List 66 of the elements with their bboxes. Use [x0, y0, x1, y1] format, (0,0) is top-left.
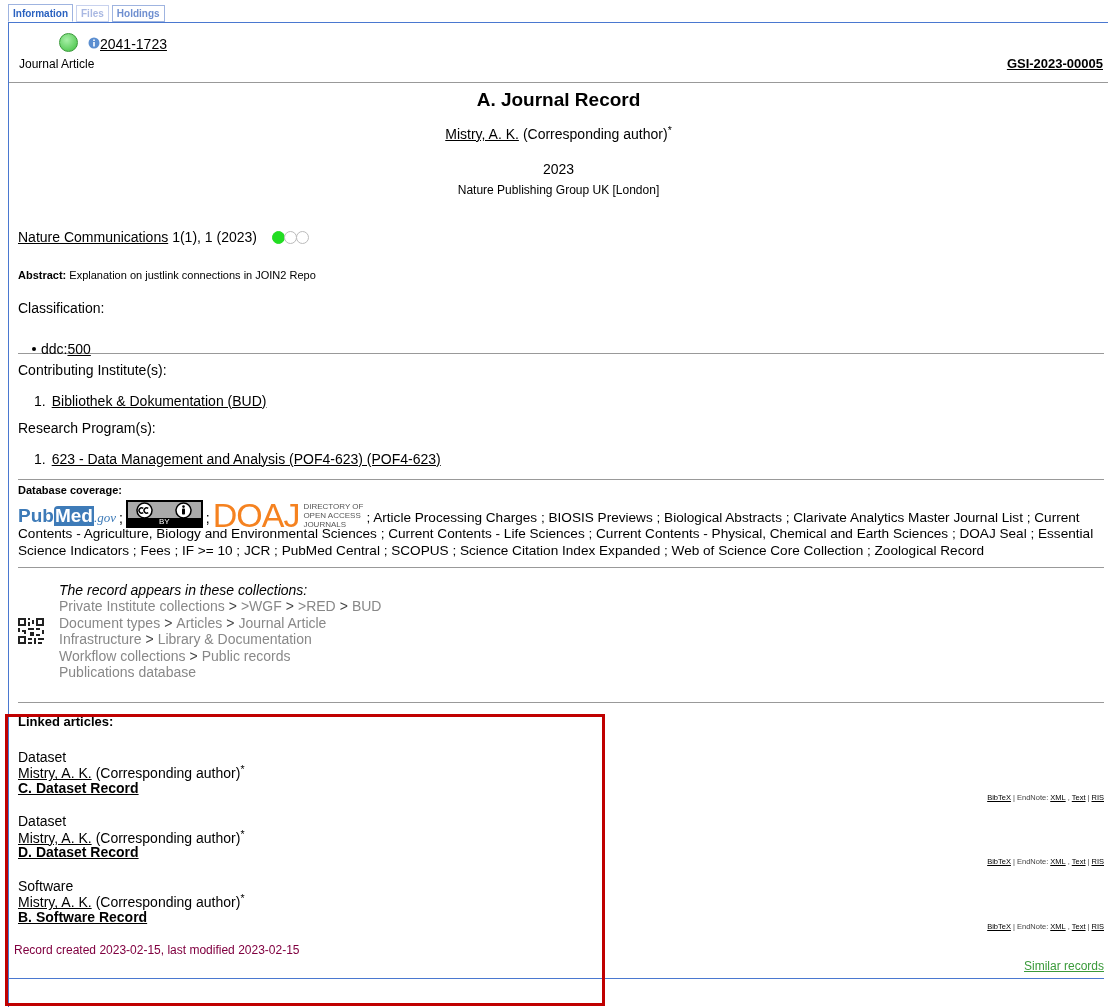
author-role: (Corresponding author)$^{*}$ — [522, 124, 672, 144]
institute-link[interactable]: Bibliothek & Dokumentation (BUD) — [51, 390, 267, 412]
collection-link[interactable]: Articles — [176, 614, 223, 632]
author-link[interactable]: Mistry, A. K. — [18, 765, 92, 782]
breadcrumb-separator: > — [226, 614, 235, 632]
collection-link[interactable]: Publications database — [59, 664, 196, 681]
collection-link[interactable]: Journal Article — [238, 614, 327, 632]
author-link[interactable]: Mistry, A. K. — [445, 124, 519, 145]
breadcrumb-separator: > — [164, 614, 173, 632]
collection-link[interactable]: Workflow collections — [59, 647, 186, 665]
section-label: Contributing Institute(s): — [18, 360, 168, 380]
abstract: Abstract: Explanation on justlink connections in JOIN2 Repo — [18, 268, 317, 283]
pubmed-logo: PubMed.gov — [18, 504, 116, 526]
collection-link[interactable]: Public records — [201, 647, 291, 665]
section-label: Linked articles: — [18, 713, 115, 732]
issn-link[interactable]: 2041-1723 — [100, 36, 167, 52]
separator: ; — [205, 509, 210, 526]
collection-link[interactable]: Library & Documentation — [157, 631, 312, 648]
separator: ; — [118, 509, 123, 526]
collection-link[interactable]: Private Institute collections — [59, 598, 225, 615]
author-role: (Corresponding author)$^{*}$ — [95, 829, 245, 847]
collections-heading: The record appears in these collections: — [59, 582, 309, 599]
item-type: Dataset — [18, 748, 67, 766]
author-role: (Corresponding author)$^{*}$ — [95, 894, 245, 911]
list-number: 1. — [34, 391, 46, 411]
record-dates: Record created 2023-02-15, last modified 2023-02-15 — [14, 942, 300, 960]
section-label: Classification: — [18, 298, 106, 318]
classification-link[interactable]: 500 — [67, 340, 91, 357]
item-type: Software — [18, 877, 74, 895]
author-link[interactable]: Mistry, A. K. — [18, 894, 92, 911]
journal-link[interactable]: Nature Communications — [18, 227, 169, 248]
breadcrumb-separator: > — [189, 647, 198, 665]
document-type: Journal Article — [19, 56, 96, 73]
similar-records-link[interactable]: Similar records — [1024, 957, 1104, 976]
qr-code-icon — [18, 618, 44, 645]
classification-prefix: ddc: — [41, 340, 68, 357]
collection-link[interactable]: >RED — [297, 598, 336, 615]
person-icon — [175, 502, 193, 519]
coverage-list: ; Article Processing Charges ; BIOSIS Previews ; Biological Abstracts ; Clarivate Analytics Master Journal List ; Current — [366, 509, 1080, 526]
publication-year: 2023 — [542, 160, 575, 179]
cc-icon — [136, 502, 154, 519]
citation: 1(1), 1 (2023) — [172, 228, 257, 247]
info-icon — [88, 37, 100, 49]
breadcrumb-separator: > — [285, 598, 294, 615]
author-role: (Corresponding author)$^{*}$ — [95, 765, 245, 782]
tab[interactable]: Information — [8, 4, 73, 22]
cc-license-badge: BY — [125, 500, 203, 528]
collection-link[interactable]: Document types — [59, 614, 161, 632]
section-label: Research Program(s): — [18, 418, 157, 438]
bullet-icon — [32, 346, 36, 351]
collection-link[interactable]: BUD — [351, 598, 382, 615]
list-number: 1. — [34, 449, 46, 469]
breadcrumb-separator: > — [145, 631, 154, 648]
coverage-list: Science Indicators ; Fees ; IF >= 10 ; JCR ; PubMed Central ; SCOPUS ; Science Citation Index Expanded ; Web of Science Core Collection ; Zoological Record — [18, 542, 1104, 559]
breadcrumb-separator: > — [339, 598, 348, 615]
record-title: A. Journal Record — [476, 88, 641, 112]
section-label: Database coverage: — [18, 482, 123, 498]
author-link[interactable]: Mistry, A. K. — [18, 829, 92, 847]
collection-link[interactable]: Infrastructure — [59, 631, 142, 648]
record-id-link[interactable]: GSI-2023-00005 — [1006, 53, 1103, 73]
publisher: Nature Publishing Group UK [London] — [457, 182, 660, 199]
item-type: Dataset — [18, 813, 67, 830]
coverage-list: Contents - Agriculture, Biology and Environmental Sciences ; Current Contents - Life Sciences ; Current Contents - Physical, Chemical and Earth Sciences ; DOAJ Seal ; Essential — [18, 526, 1104, 543]
collection-link[interactable]: >WGF — [240, 598, 282, 615]
program-link[interactable]: 623 - Data Management and Analysis (POF4-623) (POF4-623) — [51, 448, 441, 470]
breadcrumb-separator: > — [228, 598, 237, 615]
